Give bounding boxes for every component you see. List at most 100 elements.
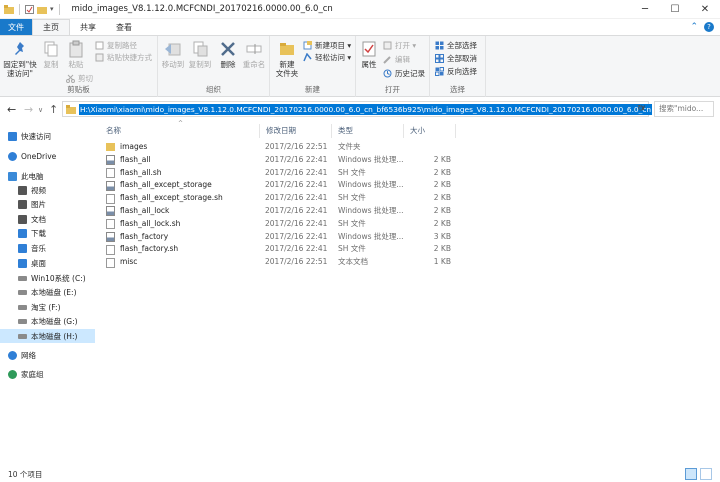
nav-item[interactable]: 本地磁盘 (E:) <box>0 285 95 299</box>
view-switcher <box>685 468 712 480</box>
cut-label: 剪切 <box>78 74 93 83</box>
copy-to-button[interactable]: 复制到 <box>187 40 213 69</box>
delete-icon <box>221 42 235 56</box>
star-icon <box>8 131 17 141</box>
file-row[interactable]: flash_factory 2017/2/16 22:41 Windows 批处理.… <box>100 231 460 244</box>
file-name-cell: images <box>106 141 147 154</box>
nav-item[interactable]: 淘宝 (F:) <box>0 300 95 314</box>
large-icons-view-button[interactable] <box>700 468 712 480</box>
maximize-button[interactable]: ☐ <box>660 0 690 19</box>
tab-file[interactable]: 文件 <box>0 19 32 35</box>
open-button[interactable]: 打开 ▾ <box>383 40 416 51</box>
edit-button[interactable]: 编辑 <box>383 54 410 65</box>
paste-button[interactable]: 粘贴 <box>65 40 87 69</box>
properties-icon[interactable] <box>25 4 34 14</box>
file-icon <box>106 167 115 178</box>
new-item-button[interactable]: 新建项目 ▾ <box>303 40 351 51</box>
drive-icon <box>18 318 27 324</box>
delete-button[interactable]: 删除 <box>218 40 238 69</box>
new-folder-icon[interactable] <box>37 5 47 14</box>
tab-home[interactable]: 主页 <box>32 19 70 35</box>
nav-item-label: 本地磁盘 (G:) <box>31 316 78 326</box>
file-row[interactable]: flash_factory.sh 2017/2/16 22:41 SH 文件 2 KB <box>100 243 460 256</box>
easy-access-button[interactable]: 轻松访问 ▾ <box>303 52 351 63</box>
file-date: 2017/2/16 22:41 <box>265 154 328 164</box>
nav-item[interactable]: 快速访问 <box>0 129 95 143</box>
file-size: 2 KB <box>433 193 451 203</box>
up-button[interactable]: ↑ <box>49 103 58 116</box>
back-button[interactable]: ← <box>7 103 16 116</box>
file-row[interactable]: images 2017/2/16 22:51 文件夹 <box>100 141 460 154</box>
select-all-button[interactable]: 全部选择 <box>435 40 477 51</box>
tab-share[interactable]: 共享 <box>70 19 106 35</box>
copy-button[interactable]: 复制 <box>40 40 62 69</box>
rename-button[interactable]: 重命名 <box>240 40 268 69</box>
title-bar: ▾ mido_images_V8.1.12.0.MCFCNDI_20170216… <box>0 0 720 19</box>
organize-group: 移动到 复制到 删除 重命名 组织 <box>158 36 270 97</box>
customize-toolbar-icon[interactable]: ▾ <box>50 5 54 13</box>
file-row[interactable]: misc 2017/2/16 22:51 文本文档 1 KB <box>100 256 460 269</box>
nav-item[interactable]: 本地磁盘 (H:) <box>0 329 95 343</box>
forward-button[interactable]: → <box>24 103 33 116</box>
copy-path-icon <box>95 41 104 50</box>
open-group: 属性 打开 ▾ 编辑 历史记录 打开 <box>356 36 430 97</box>
invert-selection-button[interactable]: 反向选择 <box>435 66 477 77</box>
minimize-button[interactable]: ─ <box>630 0 660 19</box>
nav-item[interactable]: OneDrive <box>0 149 95 163</box>
new-item-label: 新建项目 ▾ <box>315 41 352 50</box>
nav-item-label: 音乐 <box>31 243 46 253</box>
column-header-date[interactable]: 修改日期 <box>260 124 332 138</box>
select-none-button[interactable]: 全部取消 <box>435 53 477 64</box>
copy-path-button[interactable]: 复制路径 <box>95 40 137 51</box>
tab-view[interactable]: 查看 <box>106 19 142 35</box>
nav-item[interactable]: 视频 <box>0 183 95 197</box>
system-drive-icon <box>18 275 27 281</box>
address-bar[interactable]: H:\Xiaomi\xiaomi\mido_images_V8.1.12.0.M… <box>62 101 653 117</box>
nav-item[interactable]: 家庭组 <box>0 367 95 381</box>
file-name-cell: misc <box>106 256 137 269</box>
nav-item[interactable]: 本地磁盘 (G:) <box>0 314 95 328</box>
nav-item-label: 淘宝 (F:) <box>31 302 61 312</box>
file-row[interactable]: flash_all_lock.sh 2017/2/16 22:41 SH 文件 2 K… <box>100 218 460 231</box>
history-icon <box>383 69 392 78</box>
pictures-folder-icon <box>18 199 27 209</box>
recent-locations-button[interactable]: ∨ <box>38 106 43 114</box>
paste-label: 粘贴 <box>68 60 84 69</box>
history-button[interactable]: 历史记录 <box>383 68 425 79</box>
search-input[interactable]: 搜索"mido... <box>654 101 714 117</box>
file-name: flash_factory <box>120 231 169 241</box>
nav-item[interactable]: 音乐 <box>0 241 95 255</box>
nav-item[interactable]: 网络 <box>0 348 95 362</box>
nav-item-label: 快速访问 <box>21 131 51 141</box>
pin-quick-access-button[interactable]: 固定到"快 速访问" <box>3 40 37 78</box>
file-name: misc <box>120 257 138 267</box>
nav-item[interactable]: 此电脑 <box>0 169 95 183</box>
address-path-input[interactable]: H:\Xiaomi\xiaomi\mido_images_V8.1.12.0.M… <box>79 104 653 115</box>
column-header-size[interactable]: 大小 <box>404 124 456 138</box>
refresh-button[interactable]: ↻ <box>637 104 645 114</box>
file-date: 2017/2/16 22:41 <box>265 218 328 228</box>
file-row[interactable]: flash_all_except_storage.sh 2017/2/16 22:… <box>100 192 460 205</box>
close-button[interactable]: ✕ <box>690 0 720 19</box>
cut-button[interactable]: 剪切 <box>66 73 93 84</box>
paste-icon <box>69 40 83 58</box>
nav-item[interactable]: Win10系统 (C:) <box>0 271 95 285</box>
nav-item[interactable]: 桌面 <box>0 256 95 270</box>
file-row[interactable]: flash_all 2017/2/16 22:41 Windows 批处理... 2 … <box>100 154 460 167</box>
column-header-type[interactable]: 类型 <box>332 124 404 138</box>
details-view-button[interactable] <box>685 468 697 480</box>
nav-item[interactable]: 下载 <box>0 226 95 240</box>
move-to-button[interactable]: 移动到 <box>160 40 186 69</box>
paste-shortcut-button[interactable]: 粘贴快捷方式 <box>95 52 152 63</box>
file-type: Windows 批处理... <box>338 231 404 241</box>
properties-button[interactable]: 属性 <box>358 40 380 69</box>
nav-item[interactable]: 文档 <box>0 212 95 226</box>
chevron-up-icon[interactable]: ⌃ <box>690 22 698 32</box>
nav-item-label: 本地磁盘 (H:) <box>31 331 78 341</box>
new-folder-button[interactable]: 新建 文件夹 <box>273 40 301 78</box>
file-row[interactable]: flash_all_except_storage 2017/2/16 22:41 W… <box>100 179 460 192</box>
help-icon[interactable]: ? <box>704 22 714 32</box>
file-row[interactable]: flash_all_lock 2017/2/16 22:41 Windows 批处理… <box>100 205 460 218</box>
nav-item[interactable]: 图片 <box>0 197 95 211</box>
file-row[interactable]: flash_all.sh 2017/2/16 22:41 SH 文件 2 KB <box>100 167 460 180</box>
